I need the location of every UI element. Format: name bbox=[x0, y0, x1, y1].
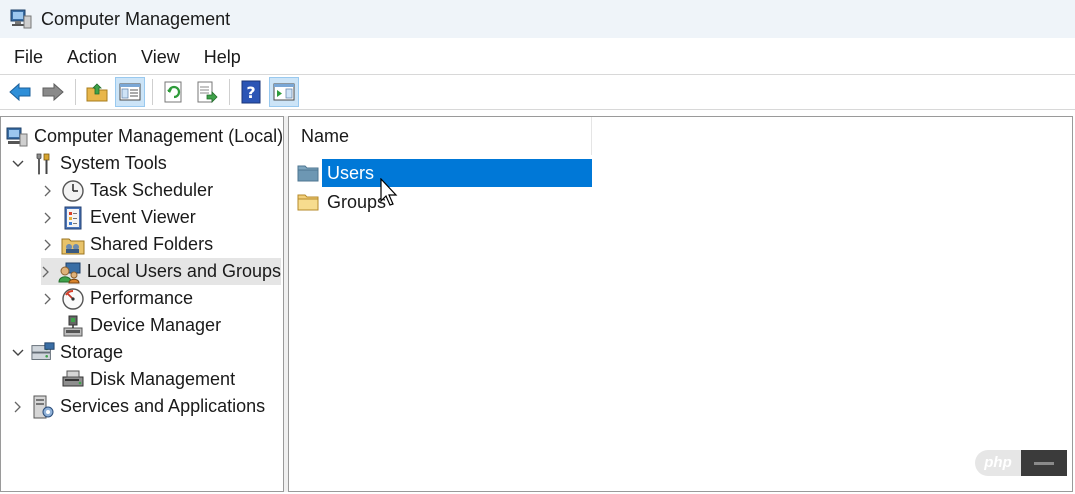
menu-bar: File Action View Help bbox=[0, 40, 1075, 74]
refresh-button[interactable] bbox=[159, 77, 189, 107]
services-icon bbox=[31, 395, 55, 419]
watermark-badge bbox=[1021, 450, 1067, 476]
event-viewer-icon bbox=[61, 206, 85, 230]
chevron-down-icon[interactable] bbox=[11, 157, 25, 171]
chevron-right-icon[interactable] bbox=[41, 211, 55, 225]
help-button[interactable]: ? bbox=[236, 77, 266, 107]
list-item-label: Groups bbox=[327, 191, 387, 212]
tree-item-storage[interactable]: Storage bbox=[11, 339, 123, 366]
menu-help[interactable]: Help bbox=[192, 40, 253, 74]
computer-management-icon bbox=[5, 125, 29, 149]
toolbar-separator bbox=[152, 79, 153, 105]
tree-item-local-users-and-groups[interactable]: Local Users and Groups bbox=[41, 258, 281, 285]
forward-arrow-icon bbox=[42, 82, 64, 102]
toolbar: ? bbox=[0, 74, 1075, 110]
forward-button[interactable] bbox=[38, 77, 68, 107]
list-item-users[interactable]: Users bbox=[297, 159, 597, 187]
performance-gauge-icon bbox=[61, 287, 85, 311]
device-manager-icon bbox=[61, 314, 85, 338]
computer-management-icon bbox=[10, 9, 32, 29]
back-arrow-icon bbox=[9, 82, 31, 102]
main-panes: Computer Management (Local) System Tools bbox=[0, 114, 1075, 494]
show-hide-console-tree-icon bbox=[119, 83, 141, 101]
export-list-button[interactable] bbox=[192, 77, 222, 107]
shared-folder-icon bbox=[61, 233, 85, 257]
disk-drive-icon bbox=[61, 368, 85, 392]
tree-label: Disk Management bbox=[90, 369, 236, 389]
details-pane: Name Users Groups bbox=[288, 116, 1073, 492]
console-tree: Computer Management (Local) System Tools bbox=[0, 116, 284, 492]
tree-item-computer-management[interactable]: Computer Management (Local) bbox=[5, 123, 283, 150]
tree-label: System Tools bbox=[60, 153, 167, 173]
show-hide-console-tree-button[interactable] bbox=[115, 77, 145, 107]
tree-item-disk-management[interactable]: Disk Management bbox=[41, 366, 235, 393]
back-button[interactable] bbox=[5, 77, 35, 107]
tree-label: Services and Applications bbox=[60, 396, 266, 416]
tree-item-event-viewer[interactable]: Event Viewer bbox=[41, 204, 196, 231]
storage-icon bbox=[31, 341, 55, 365]
tree-item-performance[interactable]: Performance bbox=[41, 285, 193, 312]
tree-label: Local Users and Groups bbox=[86, 261, 281, 281]
tree-label: Device Manager bbox=[90, 315, 222, 335]
svg-text:?: ? bbox=[246, 83, 255, 102]
tree-item-system-tools[interactable]: System Tools bbox=[11, 150, 167, 177]
chevron-right-icon[interactable] bbox=[41, 265, 52, 279]
tree-label: Performance bbox=[90, 288, 194, 308]
up-folder-icon bbox=[86, 83, 108, 102]
menu-file[interactable]: File bbox=[0, 40, 55, 74]
tree-item-shared-folders[interactable]: Shared Folders bbox=[41, 231, 213, 258]
show-hide-action-pane-icon bbox=[273, 83, 295, 101]
tree-label: Computer Management (Local) bbox=[34, 126, 284, 146]
list-item-label: Users bbox=[327, 162, 375, 183]
tree-label: Shared Folders bbox=[90, 234, 214, 254]
folder-icon bbox=[297, 194, 319, 211]
tools-icon bbox=[31, 152, 55, 176]
column-header-name[interactable]: Name bbox=[289, 117, 592, 155]
chevron-right-icon[interactable] bbox=[41, 292, 55, 306]
watermark-text: php bbox=[975, 450, 1021, 476]
users-group-icon bbox=[58, 260, 82, 284]
chevron-right-icon[interactable] bbox=[41, 184, 55, 198]
toolbar-separator bbox=[229, 79, 230, 105]
tree-item-services-and-applications[interactable]: Services and Applications bbox=[11, 393, 265, 420]
window-title: Computer Management bbox=[41, 8, 231, 29]
refresh-icon bbox=[164, 81, 182, 103]
up-one-level-button[interactable] bbox=[82, 77, 112, 107]
chevron-right-icon[interactable] bbox=[11, 400, 25, 414]
clock-icon bbox=[61, 179, 85, 203]
help-icon: ? bbox=[241, 80, 261, 104]
tree-label: Storage bbox=[60, 342, 124, 362]
mouse-pointer-icon bbox=[380, 178, 398, 206]
chevron-down-icon[interactable] bbox=[11, 346, 25, 360]
title-bar: Computer Management bbox=[0, 0, 1075, 38]
toolbar-separator bbox=[75, 79, 76, 105]
tree-item-task-scheduler[interactable]: Task Scheduler bbox=[41, 177, 213, 204]
tree-label: Task Scheduler bbox=[90, 180, 214, 200]
php-watermark: php bbox=[975, 448, 1069, 478]
tree-label: Event Viewer bbox=[90, 207, 196, 227]
list-item-groups[interactable]: Groups bbox=[297, 188, 388, 216]
folder-icon bbox=[297, 165, 319, 182]
menu-action[interactable]: Action bbox=[55, 40, 129, 74]
tree-item-device-manager[interactable]: Device Manager bbox=[41, 312, 221, 339]
show-hide-action-pane-button[interactable] bbox=[269, 77, 299, 107]
export-list-icon bbox=[197, 81, 218, 103]
chevron-right-icon[interactable] bbox=[41, 238, 55, 252]
menu-view[interactable]: View bbox=[129, 40, 192, 74]
